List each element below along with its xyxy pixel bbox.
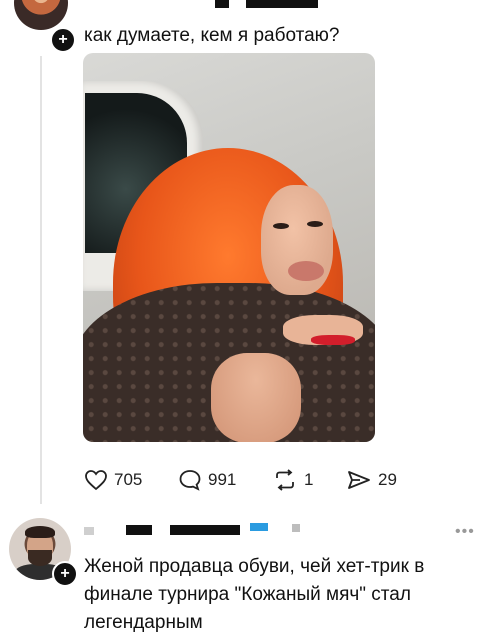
verified-badge [250, 523, 268, 531]
eye-left [273, 223, 289, 229]
redacted-timestamp [292, 524, 300, 532]
follow-plus-icon[interactable]: + [50, 27, 76, 53]
redacted-username [170, 525, 240, 535]
author-avatar[interactable] [14, 0, 68, 30]
reply-text-line-1: Женой продавца обуви, чей хет-трик в [84, 556, 425, 577]
redacted-username [84, 527, 94, 535]
comments-count: 991 [208, 470, 237, 489]
reply-text-line-2: финале турнира "Кожаный мяч" стал [84, 584, 411, 605]
heart-icon [85, 470, 107, 491]
lips [288, 261, 324, 281]
reply-text-line-3: легендарным [84, 612, 203, 633]
reposts-count: 1 [304, 470, 314, 489]
redacted-username [126, 525, 152, 535]
comment-button[interactable]: 991 [178, 468, 236, 492]
red-nails [311, 335, 355, 345]
likes-count: 705 [114, 470, 143, 489]
follow-plus-icon[interactable]: + [52, 561, 78, 587]
repost-icon [276, 469, 294, 491]
redacted-username [246, 0, 318, 8]
share-button[interactable]: 29 [346, 468, 397, 492]
like-button[interactable]: 705 [84, 468, 142, 492]
redacted-username [215, 0, 229, 8]
share-icon [348, 471, 370, 489]
post-photo[interactable] [83, 53, 375, 442]
comment-icon [179, 470, 201, 491]
more-options-icon[interactable]: ••• [455, 523, 475, 541]
post-text: как думаете, кем я работаю? [84, 25, 340, 46]
neckline [211, 353, 301, 442]
shares-count: 29 [378, 470, 397, 489]
thread-line [40, 56, 42, 504]
eye-right [307, 221, 323, 227]
repost-button[interactable]: 1 [272, 468, 313, 492]
